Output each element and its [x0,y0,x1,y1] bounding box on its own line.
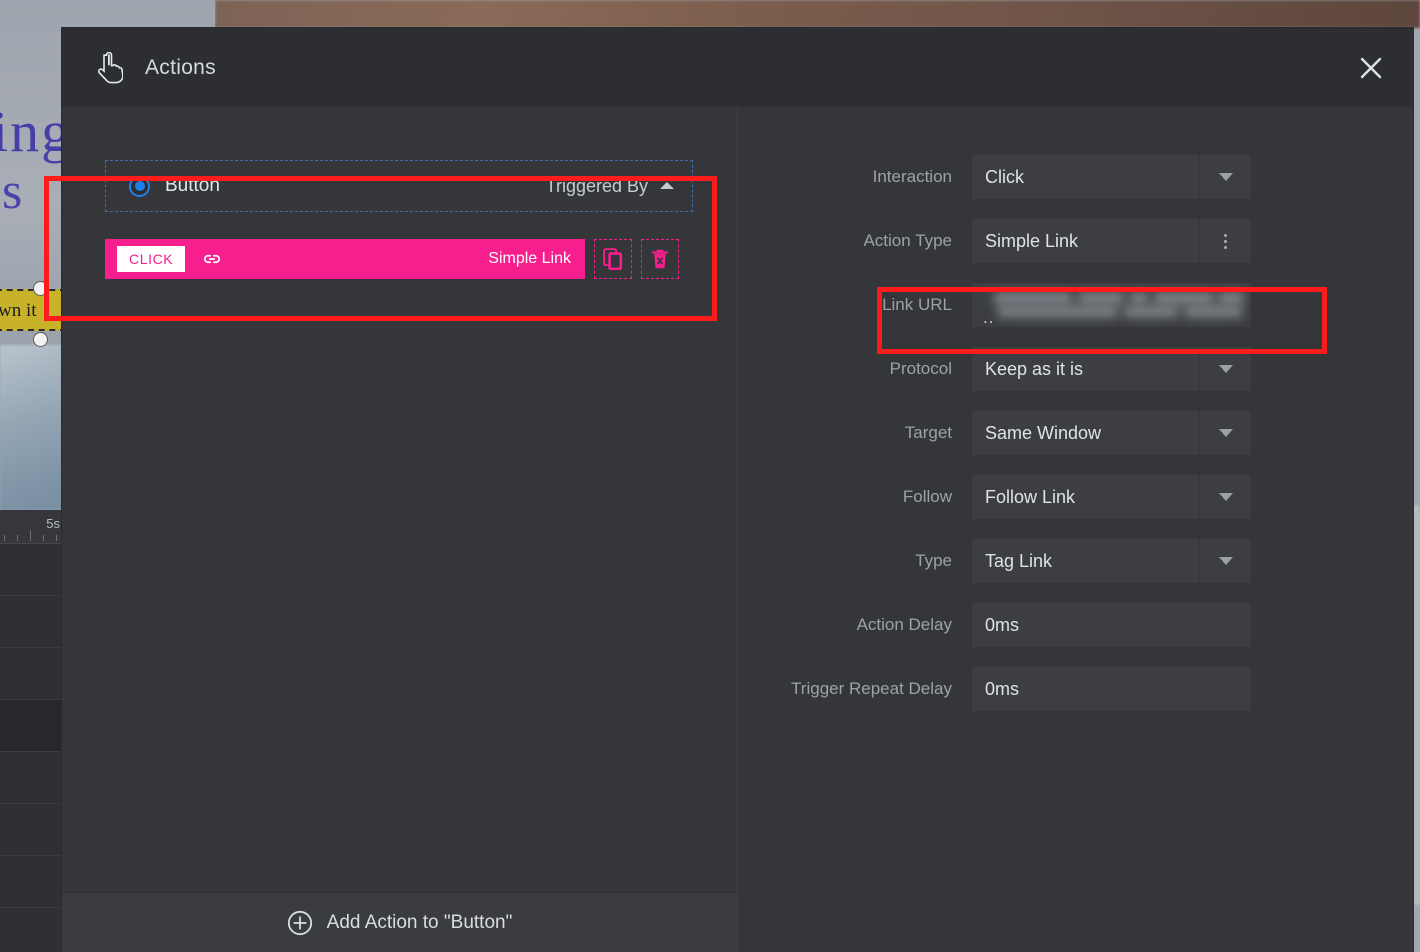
duplicate-action-button[interactable] [594,239,632,279]
timeline-ruler[interactable]: 5s [0,510,64,544]
interaction-select[interactable]: Click [972,155,1251,199]
timeline-track[interactable] [0,752,64,804]
add-action-button[interactable]: Add Action to "Button" [62,892,737,952]
trigger-repeat-delay-input[interactable]: 0ms [972,667,1251,711]
link-icon [201,248,223,270]
action-delay-input[interactable]: 0ms [972,603,1251,647]
plus-circle-icon [287,910,312,935]
field-value: 0ms [985,614,1020,635]
target-select[interactable]: Same Window [972,411,1251,455]
field-interaction: Interaction Click [737,155,1413,199]
timeline-track[interactable] [0,648,64,700]
more-options-icon[interactable] [1199,219,1251,263]
selected-text-label: wn it [0,300,37,321]
field-value: Simple Link [985,230,1079,251]
redacted-url-value: .. [972,283,1251,327]
timeline-track[interactable] [0,804,64,856]
protocol-select[interactable]: Keep as it is [972,347,1251,391]
dialog-title: Actions [145,55,216,79]
dialog-header: Actions [62,28,1413,107]
follow-select[interactable]: Follow Link [972,475,1251,519]
field-label: Trigger Repeat Delay [791,679,952,698]
field-protocol: Protocol Keep as it is [737,347,1413,391]
selected-text-element[interactable]: wn it [0,289,66,331]
chevron-down-icon[interactable] [1199,155,1251,199]
close-button[interactable] [1351,48,1391,88]
actions-dialog: Actions Button Triggered By CLICK Simple… [62,28,1413,952]
chevron-up-icon [660,182,674,189]
dialog-body: Button Triggered By CLICK Simple Link Ad… [62,107,1413,952]
chevron-down-icon[interactable] [1199,475,1251,519]
close-icon [1360,57,1382,78]
field-value: .. [983,308,995,327]
field-action-delay: Action Delay 0ms [737,603,1413,647]
background-photo-strip [215,0,1420,28]
trigger-radio[interactable] [129,175,150,197]
trigger-label: Button [165,175,220,196]
field-action-type: Action Type Simple Link [737,219,1413,263]
action-event-badge: CLICK [117,246,186,272]
action-type-select[interactable]: Simple Link [972,219,1251,263]
action-row[interactable]: CLICK Simple Link [105,239,679,279]
timeline-panel[interactable]: 5s [0,510,64,952]
field-value: Same Window [985,422,1102,443]
resize-handle-bottom[interactable] [33,332,48,347]
action-pill-simple-link[interactable]: CLICK Simple Link [105,239,585,279]
field-label: Follow [902,487,952,506]
field-label: Action Delay [856,615,952,634]
field-value: Keep as it is [985,358,1084,379]
resize-handle-top[interactable] [33,281,48,296]
triggered-by-label: Triggered By [545,175,648,196]
delete-action-button[interactable] [641,239,679,279]
timeline-track-selected[interactable] [0,700,64,752]
timeline-track[interactable] [0,596,64,648]
field-label: Protocol [889,359,952,378]
field-label: Target [904,423,952,442]
action-type-label: Simple Link [488,250,571,267]
trigger-group-button[interactable]: Button Triggered By [105,160,693,212]
timeline-track[interactable] [0,856,64,908]
tap-hand-icon [97,51,123,83]
type-select[interactable]: Tag Link [972,539,1251,583]
field-target: Target Same Window [737,411,1413,455]
field-value: Follow Link [985,486,1076,507]
page-scrollbar[interactable] [1413,505,1420,905]
chevron-down-icon[interactable] [1199,539,1251,583]
timeline-track[interactable] [0,544,64,596]
triggered-by-toggle[interactable]: Triggered By [546,176,676,197]
field-follow: Follow Follow Link [737,475,1413,519]
timeline-time-label: 5s [46,516,60,531]
field-label: Interaction [872,167,952,186]
field-label: Action Type [863,231,952,250]
field-link-url: Link URL .. [737,283,1413,327]
field-label: Link URL [882,295,952,314]
chevron-down-icon[interactable] [1199,411,1251,455]
add-action-label: Add Action to "Button" [326,911,513,933]
chevron-down-icon[interactable] [1199,347,1251,391]
field-value: Tag Link [985,550,1053,571]
copy-icon [603,248,623,270]
trash-x-icon [651,249,669,269]
link-url-input[interactable]: .. [972,283,1251,327]
field-type: Type Tag Link [737,539,1413,583]
actions-list-pane: Button Triggered By CLICK Simple Link Ad… [62,107,737,952]
action-properties-pane: Interaction Click Action Type Simple Lin… [737,107,1413,952]
field-trigger-repeat-delay: Trigger Repeat Delay 0ms [737,667,1413,711]
screen: ing s s wn it 5s Actions Button Triggere… [0,0,1420,952]
actions-list: CLICK Simple Link [105,215,693,365]
radio-selected-dot [134,181,145,191]
field-label: Type [915,551,952,570]
field-value: Click [985,166,1024,187]
field-value: 0ms [985,678,1020,699]
